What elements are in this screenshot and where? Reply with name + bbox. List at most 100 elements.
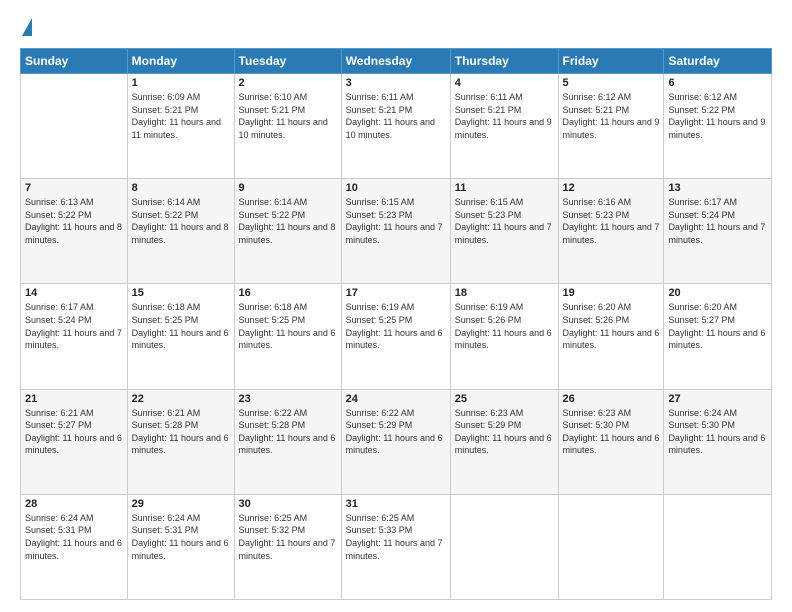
- calendar-cell: 9 Sunrise: 6:14 AM Sunset: 5:22 PM Daylig…: [234, 179, 341, 284]
- day-number: 6: [668, 77, 767, 89]
- day-number: 29: [132, 498, 230, 510]
- day-info: Sunrise: 6:17 AM Sunset: 5:24 PM Dayligh…: [25, 301, 123, 351]
- day-info: Sunrise: 6:23 AM Sunset: 5:29 PM Dayligh…: [455, 407, 554, 457]
- day-info: Sunrise: 6:24 AM Sunset: 5:30 PM Dayligh…: [668, 407, 767, 457]
- calendar-cell: 8 Sunrise: 6:14 AM Sunset: 5:22 PM Daylig…: [127, 179, 234, 284]
- logo: [20, 18, 32, 38]
- day-number: 15: [132, 287, 230, 299]
- day-info: Sunrise: 6:24 AM Sunset: 5:31 PM Dayligh…: [25, 512, 123, 562]
- calendar-cell: 6 Sunrise: 6:12 AM Sunset: 5:22 PM Daylig…: [664, 74, 772, 179]
- header-cell-sunday: Sunday: [21, 49, 128, 74]
- day-number: 19: [563, 287, 660, 299]
- day-number: 13: [668, 182, 767, 194]
- day-number: 7: [25, 182, 123, 194]
- day-number: 16: [239, 287, 337, 299]
- calendar-cell: 3 Sunrise: 6:11 AM Sunset: 5:21 PM Daylig…: [341, 74, 450, 179]
- day-info: Sunrise: 6:19 AM Sunset: 5:26 PM Dayligh…: [455, 301, 554, 351]
- day-info: Sunrise: 6:12 AM Sunset: 5:21 PM Dayligh…: [563, 91, 660, 141]
- week-row-1: 7Sunrise: 6:13 AM Sunset: 5:22 PM Daylig…: [21, 179, 772, 284]
- day-info: Sunrise: 6:19 AM Sunset: 5:25 PM Dayligh…: [346, 301, 446, 351]
- calendar-cell: 30 Sunrise: 6:25 AM Sunset: 5:32 PM Dayli…: [234, 494, 341, 599]
- page: SundayMondayTuesdayWednesdayThursdayFrid…: [0, 0, 792, 612]
- calendar-cell: 4 Sunrise: 6:11 AM Sunset: 5:21 PM Daylig…: [450, 74, 558, 179]
- day-info: Sunrise: 6:25 AM Sunset: 5:33 PM Dayligh…: [346, 512, 446, 562]
- header-cell-friday: Friday: [558, 49, 664, 74]
- calendar-cell: 24Sunrise: 6:22 AM Sunset: 5:29 PM Dayli…: [341, 389, 450, 494]
- week-row-4: 28 Sunrise: 6:24 AM Sunset: 5:31 PM Dayli…: [21, 494, 772, 599]
- header-row: SundayMondayTuesdayWednesdayThursdayFrid…: [21, 49, 772, 74]
- calendar-cell: 25 Sunrise: 6:23 AM Sunset: 5:29 PM Dayli…: [450, 389, 558, 494]
- header-cell-thursday: Thursday: [450, 49, 558, 74]
- day-info: Sunrise: 6:18 AM Sunset: 5:25 PM Dayligh…: [239, 301, 337, 351]
- calendar-cell: 26 Sunrise: 6:23 AM Sunset: 5:30 PM Dayli…: [558, 389, 664, 494]
- day-info: Sunrise: 6:24 AM Sunset: 5:31 PM Dayligh…: [132, 512, 230, 562]
- header-cell-saturday: Saturday: [664, 49, 772, 74]
- day-number: 8: [132, 182, 230, 194]
- day-number: 26: [563, 393, 660, 405]
- day-number: 11: [455, 182, 554, 194]
- calendar-cell: 10Sunrise: 6:15 AM Sunset: 5:23 PM Dayli…: [341, 179, 450, 284]
- calendar-cell: 21 Sunrise: 6:21 AM Sunset: 5:27 PM Dayli…: [21, 389, 128, 494]
- day-info: Sunrise: 6:25 AM Sunset: 5:32 PM Dayligh…: [239, 512, 337, 562]
- day-info: Sunrise: 6:21 AM Sunset: 5:27 PM Dayligh…: [25, 407, 123, 457]
- day-info: Sunrise: 6:20 AM Sunset: 5:27 PM Dayligh…: [668, 301, 767, 351]
- day-number: 23: [239, 393, 337, 405]
- day-info: Sunrise: 6:10 AM Sunset: 5:21 PM Dayligh…: [239, 91, 337, 141]
- week-row-3: 21 Sunrise: 6:21 AM Sunset: 5:27 PM Dayli…: [21, 389, 772, 494]
- calendar-cell: 5Sunrise: 6:12 AM Sunset: 5:21 PM Daylig…: [558, 74, 664, 179]
- calendar-cell: 1Sunrise: 6:09 AM Sunset: 5:21 PM Daylig…: [127, 74, 234, 179]
- day-number: 10: [346, 182, 446, 194]
- calendar-cell: 15 Sunrise: 6:18 AM Sunset: 5:25 PM Dayli…: [127, 284, 234, 389]
- calendar-cell: 16 Sunrise: 6:18 AM Sunset: 5:25 PM Dayli…: [234, 284, 341, 389]
- day-number: 30: [239, 498, 337, 510]
- day-info: Sunrise: 6:17 AM Sunset: 5:24 PM Dayligh…: [668, 196, 767, 246]
- calendar-cell: 28 Sunrise: 6:24 AM Sunset: 5:31 PM Dayli…: [21, 494, 128, 599]
- day-info: Sunrise: 6:11 AM Sunset: 5:21 PM Dayligh…: [346, 91, 446, 141]
- calendar-cell: 7Sunrise: 6:13 AM Sunset: 5:22 PM Daylig…: [21, 179, 128, 284]
- day-info: Sunrise: 6:21 AM Sunset: 5:28 PM Dayligh…: [132, 407, 230, 457]
- day-number: 28: [25, 498, 123, 510]
- calendar-cell: 19 Sunrise: 6:20 AM Sunset: 5:26 PM Dayli…: [558, 284, 664, 389]
- week-row-0: 1Sunrise: 6:09 AM Sunset: 5:21 PM Daylig…: [21, 74, 772, 179]
- day-number: 1: [132, 77, 230, 89]
- calendar-cell: [450, 494, 558, 599]
- day-number: 12: [563, 182, 660, 194]
- calendar-cell: 13 Sunrise: 6:17 AM Sunset: 5:24 PM Dayli…: [664, 179, 772, 284]
- day-info: Sunrise: 6:23 AM Sunset: 5:30 PM Dayligh…: [563, 407, 660, 457]
- day-info: Sunrise: 6:11 AM Sunset: 5:21 PM Dayligh…: [455, 91, 554, 141]
- calendar-cell: 12 Sunrise: 6:16 AM Sunset: 5:23 PM Dayli…: [558, 179, 664, 284]
- day-number: 21: [25, 393, 123, 405]
- header-cell-wednesday: Wednesday: [341, 49, 450, 74]
- calendar-cell: 18Sunrise: 6:19 AM Sunset: 5:26 PM Dayli…: [450, 284, 558, 389]
- calendar-table: SundayMondayTuesdayWednesdayThursdayFrid…: [20, 48, 772, 600]
- day-number: 17: [346, 287, 446, 299]
- day-number: 4: [455, 77, 554, 89]
- day-number: 20: [668, 287, 767, 299]
- day-number: 14: [25, 287, 123, 299]
- day-info: Sunrise: 6:20 AM Sunset: 5:26 PM Dayligh…: [563, 301, 660, 351]
- header-cell-tuesday: Tuesday: [234, 49, 341, 74]
- header-cell-monday: Monday: [127, 49, 234, 74]
- header: [20, 18, 772, 38]
- day-info: Sunrise: 6:14 AM Sunset: 5:22 PM Dayligh…: [132, 196, 230, 246]
- day-number: 25: [455, 393, 554, 405]
- day-info: Sunrise: 6:18 AM Sunset: 5:25 PM Dayligh…: [132, 301, 230, 351]
- calendar-cell: 20 Sunrise: 6:20 AM Sunset: 5:27 PM Dayli…: [664, 284, 772, 389]
- day-info: Sunrise: 6:12 AM Sunset: 5:22 PM Dayligh…: [668, 91, 767, 141]
- week-row-2: 14 Sunrise: 6:17 AM Sunset: 5:24 PM Dayli…: [21, 284, 772, 389]
- calendar-cell: [558, 494, 664, 599]
- day-info: Sunrise: 6:16 AM Sunset: 5:23 PM Dayligh…: [563, 196, 660, 246]
- day-info: Sunrise: 6:15 AM Sunset: 5:23 PM Dayligh…: [455, 196, 554, 246]
- day-info: Sunrise: 6:14 AM Sunset: 5:22 PM Dayligh…: [239, 196, 337, 246]
- calendar-cell: 22Sunrise: 6:21 AM Sunset: 5:28 PM Dayli…: [127, 389, 234, 494]
- calendar-cell: 31 Sunrise: 6:25 AM Sunset: 5:33 PM Dayli…: [341, 494, 450, 599]
- day-number: 31: [346, 498, 446, 510]
- day-number: 3: [346, 77, 446, 89]
- calendar-cell: 29 Sunrise: 6:24 AM Sunset: 5:31 PM Dayli…: [127, 494, 234, 599]
- day-info: Sunrise: 6:22 AM Sunset: 5:29 PM Dayligh…: [346, 407, 446, 457]
- calendar-cell: [664, 494, 772, 599]
- calendar-cell: 17 Sunrise: 6:19 AM Sunset: 5:25 PM Dayli…: [341, 284, 450, 389]
- calendar-cell: 2Sunrise: 6:10 AM Sunset: 5:21 PM Daylig…: [234, 74, 341, 179]
- calendar-cell: [21, 74, 128, 179]
- day-number: 9: [239, 182, 337, 194]
